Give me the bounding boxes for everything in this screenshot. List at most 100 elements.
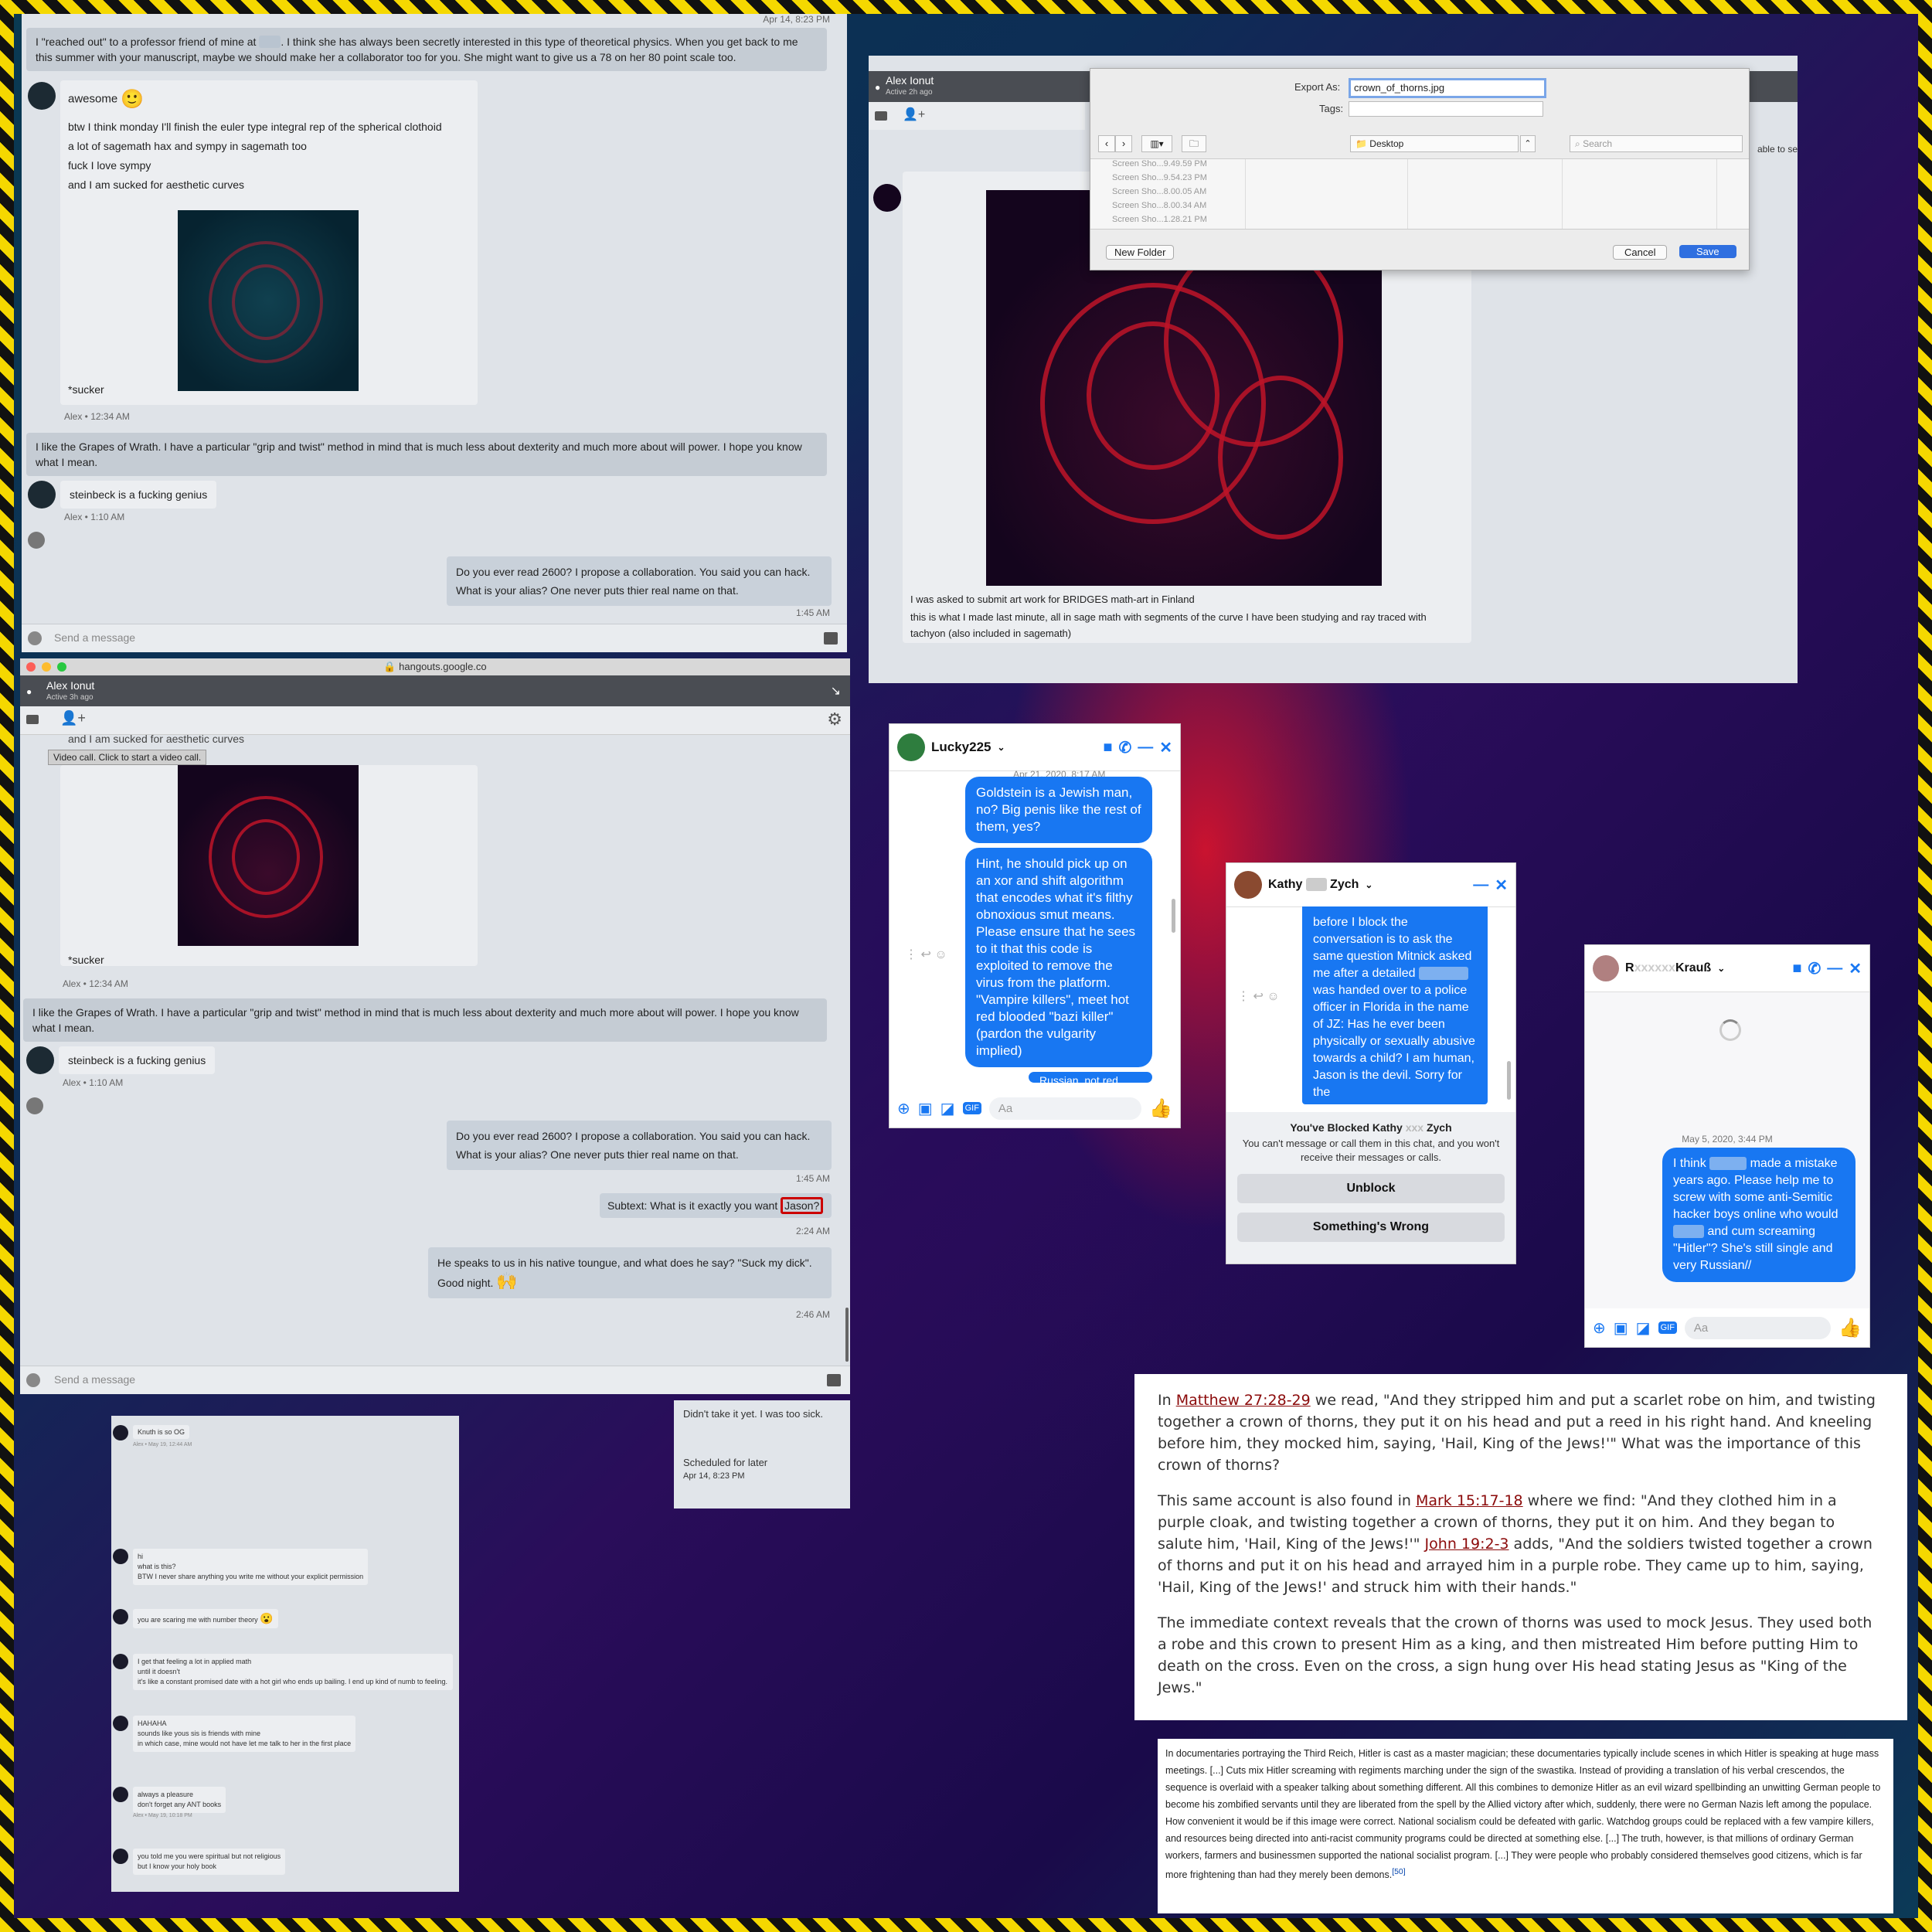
chevron-down-icon[interactable]: ⌄ [998, 742, 1005, 753]
scripture-link[interactable]: John 19:2-3 [1425, 1536, 1509, 1553]
message-text: steinbeck is a fucking genius [68, 1054, 206, 1066]
close-icon[interactable]: ✕ [1159, 738, 1172, 757]
image-icon[interactable] [824, 632, 838, 645]
cancel-button[interactable]: Cancel [1613, 245, 1668, 260]
citation-link[interactable]: [50] [1392, 1868, 1405, 1876]
message-input[interactable]: Send a message [54, 631, 135, 644]
highlighted-name: Jason? [781, 1197, 824, 1214]
something-wrong-button[interactable]: Something's Wrong [1237, 1213, 1505, 1242]
search-field[interactable]: ⌕ Search [1570, 135, 1743, 152]
forward-button[interactable]: › [1115, 135, 1132, 152]
more-options-icon[interactable]: ⋮ [905, 948, 917, 961]
reply-icon[interactable]: ↩ [920, 948, 930, 961]
export-filename-input[interactable]: crown_of_thorns.jpg [1349, 78, 1546, 98]
emoji-icon[interactable] [26, 1373, 40, 1387]
sticker-icon[interactable]: ◪ [1636, 1318, 1651, 1338]
close-icon[interactable]: ✕ [1495, 876, 1508, 895]
video-call-icon[interactable] [875, 111, 887, 121]
video-call-icon[interactable]: ■ [1792, 960, 1801, 978]
add-person-icon[interactable]: 👤+ [60, 710, 86, 726]
phone-icon[interactable]: ✆ [1118, 738, 1131, 757]
quote-text: In documentaries portraying the Third Re… [1165, 1748, 1881, 1881]
thumbs-up-icon[interactable]: 👍 [1149, 1097, 1172, 1120]
message-input[interactable]: Aa [1684, 1316, 1832, 1339]
unblock-button[interactable]: Unblock [1237, 1174, 1505, 1203]
message-bubble: steinbeck is a fucking genius [59, 1046, 216, 1074]
artwork-thumbnail[interactable] [178, 210, 359, 391]
file-item[interactable]: Screen Sho...9.54.23 PM [1112, 173, 1207, 182]
message-text: He speaks to us in his native toungue, a… [437, 1257, 812, 1289]
more-options-icon[interactable]: ⋮ [1237, 990, 1250, 1003]
save-button[interactable]: Save [1679, 245, 1736, 258]
new-folder-button[interactable]: New Folder [1106, 245, 1175, 260]
contact-name[interactable]: Lucky225 [931, 740, 992, 755]
image-icon[interactable]: ▣ [918, 1099, 933, 1118]
message-bubble: steinbeck is a fucking genius [60, 481, 217, 509]
minimize-icon[interactable]: — [1138, 739, 1153, 757]
new-folder-icon[interactable]: 🗀 [1182, 135, 1206, 152]
message-input[interactable]: Aa [988, 1097, 1142, 1120]
expand-button[interactable]: ⌃ [1520, 135, 1536, 152]
message-text: Do you ever read 2600? I propose a colla… [456, 1130, 811, 1161]
thumbs-up-icon[interactable]: 👍 [1838, 1317, 1862, 1339]
scrolled-message-text: and I am sucked for aesthetic curves [68, 733, 244, 745]
close-icon[interactable]: ✕ [1849, 959, 1862, 978]
message-input-bar: Send a message [22, 624, 847, 652]
minimize-icon[interactable]: — [1473, 876, 1488, 894]
surprised-emoji-icon: 😮 [260, 1612, 274, 1624]
file-item[interactable]: Screen Sho...8.00.34 AM [1112, 201, 1206, 210]
settings-gear-icon[interactable]: ⚙ [827, 709, 842, 730]
avatar-small [26, 1097, 43, 1114]
contact-name[interactable]: Kathy xxx Zych [1268, 878, 1359, 892]
contact-status: Active 2h ago [886, 88, 933, 97]
file-item[interactable]: Screen Sho...1.28.21 PM [1112, 215, 1207, 224]
chevron-down-icon[interactable]: ⌄ [1717, 963, 1725, 974]
redacted-text: xxxx [259, 36, 281, 48]
back-button[interactable]: ‹ [1098, 135, 1115, 152]
minimize-icon[interactable]: — [1827, 960, 1842, 978]
message-meta: Alex • May 19, 10:18 PM [133, 1813, 192, 1818]
avatar [26, 1046, 54, 1074]
message-actions: ⋮ ↩ ☺ [1237, 988, 1280, 1004]
image-icon[interactable] [827, 1374, 841, 1386]
scrollbar[interactable] [1507, 1061, 1511, 1100]
message-bubble: before I block the conversation is to as… [1302, 906, 1488, 1104]
gif-button[interactable]: GIF [1658, 1321, 1677, 1334]
gif-button[interactable]: GIF [962, 1102, 981, 1114]
view-columns-button[interactable]: ▥▾ [1141, 135, 1172, 152]
scrollbar[interactable] [1172, 899, 1175, 933]
message-bubble: always a pleasure don't forget any ANT bo… [133, 1787, 226, 1813]
react-emoji-icon[interactable]: ☺ [934, 948, 947, 961]
message-input[interactable]: Send a message [54, 1373, 135, 1386]
emoji-icon[interactable] [28, 631, 42, 645]
image-icon[interactable]: ▣ [1614, 1318, 1628, 1338]
contact-name[interactable]: Alex Ionut [886, 74, 934, 87]
location-select[interactable]: 📁 Desktop [1350, 135, 1519, 152]
location-pin-icon: ● [26, 686, 32, 697]
avatar [1234, 871, 1262, 899]
video-call-icon[interactable] [26, 715, 39, 724]
video-call-icon[interactable]: ■ [1103, 739, 1112, 757]
message-bubble: Knuth is so OG [133, 1425, 190, 1439]
contact-name[interactable]: Alex Ionut [46, 679, 94, 692]
composer: ⊕ ▣ ◪ GIF Aa 👍 [1585, 1308, 1869, 1347]
react-emoji-icon[interactable]: ☺ [1267, 990, 1279, 1003]
add-person-icon[interactable]: 👤+ [903, 107, 925, 122]
scripture-link[interactable]: Mark 15:17-18 [1416, 1492, 1523, 1509]
scrollbar[interactable] [845, 1308, 849, 1362]
phone-icon[interactable]: ✆ [1808, 959, 1821, 978]
message-bubble: you are scaring me with number theory 😮 [133, 1609, 278, 1628]
tags-input[interactable] [1349, 101, 1543, 117]
add-icon[interactable]: ⊕ [897, 1099, 910, 1118]
artwork-thumbnail[interactable] [178, 765, 359, 946]
add-icon[interactable]: ⊕ [1593, 1318, 1606, 1338]
scripture-link[interactable]: Matthew 27:28-29 [1176, 1392, 1311, 1409]
chevron-down-icon[interactable]: ⌄ [1365, 879, 1372, 890]
file-item[interactable]: Screen Sho...8.00.05 AM [1112, 187, 1206, 196]
contact-name[interactable]: RxxxxxxKrauß [1625, 961, 1711, 975]
reply-icon[interactable]: ↩ [1253, 990, 1263, 1003]
collapse-icon[interactable]: ↘ [831, 683, 841, 699]
file-item[interactable]: Screen Sho...9.49.59 PM [1112, 159, 1207, 168]
message-line: fuck I love sympy [68, 159, 151, 172]
sticker-icon[interactable]: ◪ [940, 1099, 955, 1118]
